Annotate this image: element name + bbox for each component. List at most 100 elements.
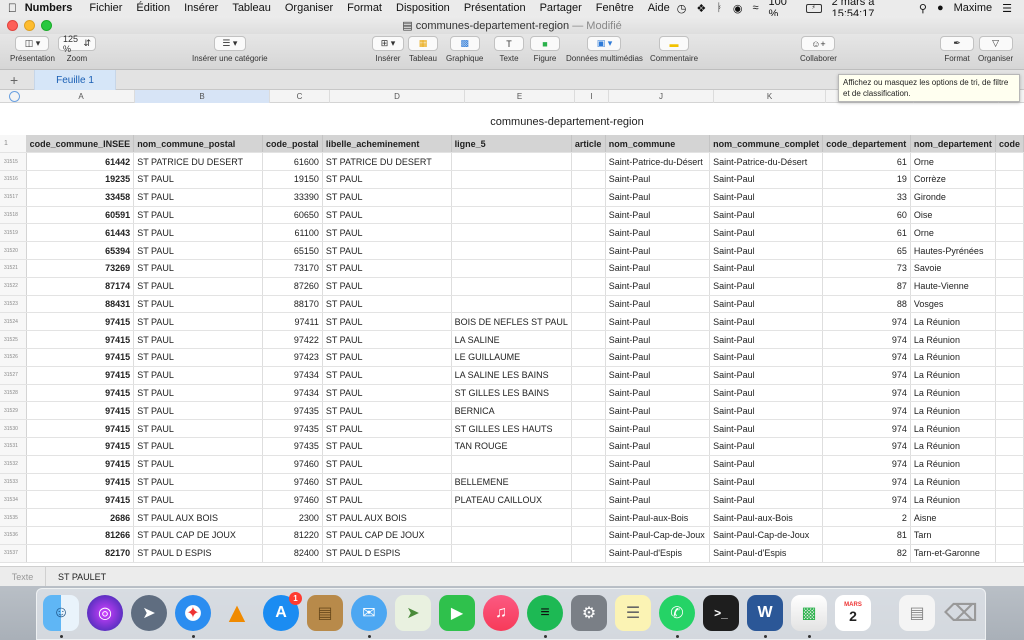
table-row[interactable]: 31531 97415 ST PAUL 97435 ST PAUL TAN ROUGE Sa…: [0, 437, 1024, 456]
cell-dep[interactable]: 974: [822, 348, 911, 367]
cell-dep[interactable]: 2: [822, 508, 911, 528]
cell-insee[interactable]: 81266: [26, 526, 135, 545]
cell-postal-name[interactable]: ST PAUL CAP DE JOUX: [133, 526, 263, 545]
table-row[interactable]: 31519 61443 ST PAUL 61100 ST PAUL Saint-Paul S…: [0, 223, 1024, 243]
cell-postal-name[interactable]: ST PAUL: [133, 348, 263, 367]
cell-article[interactable]: [571, 170, 606, 189]
cell-complet[interactable]: Saint-Paul: [709, 206, 824, 225]
cell-commune[interactable]: Saint-Paul-Cap-de-Joux: [605, 526, 711, 545]
cell-ligne5[interactable]: [451, 152, 572, 172]
cell-cp[interactable]: 97435: [262, 401, 323, 421]
cell-commune[interactable]: Saint-Paul-d'Espis: [605, 544, 711, 563]
spotify-icon[interactable]: ≡: [527, 595, 563, 631]
cell-lib[interactable]: ST PAUL AUX BOIS: [322, 508, 452, 528]
cell-overflow[interactable]: [995, 152, 1024, 172]
cell-dep-name[interactable]: La Réunion: [910, 330, 996, 350]
cell-ligne5[interactable]: [451, 295, 572, 314]
cell-dep-name[interactable]: La Réunion: [910, 455, 996, 474]
cell-postal-name[interactable]: ST PAUL: [133, 384, 263, 403]
chart-icon[interactable]: ▩: [449, 36, 480, 51]
table-row[interactable]: 31522 87174 ST PAUL 87260 ST PAUL Saint-Paul S…: [0, 277, 1024, 296]
finder-icon[interactable]: ☺: [43, 595, 79, 631]
menu-tableau[interactable]: Tableau: [232, 2, 271, 14]
cell-article[interactable]: [571, 419, 606, 439]
cell-dep-name[interactable]: La Réunion: [910, 419, 996, 439]
cell-article[interactable]: [571, 490, 606, 510]
downloads-stack-icon[interactable]: ▤: [899, 595, 935, 631]
row-number[interactable]: 31516: [0, 170, 27, 189]
category-list-icon[interactable]: ☰ ▾: [213, 36, 246, 51]
cell-ligne5[interactable]: PLATEAU CAILLOUX: [451, 490, 572, 510]
cell-postal-name[interactable]: ST PAUL: [133, 259, 263, 278]
cell-dep[interactable]: 33: [822, 188, 911, 207]
row-number[interactable]: 31526: [0, 348, 27, 367]
table-title[interactable]: communes-departement-region: [0, 116, 1024, 128]
system-preferences-icon[interactable]: ⚙: [571, 595, 607, 631]
cell-commune[interactable]: Saint-Paul: [605, 455, 711, 474]
cell-postal-name[interactable]: ST PAUL: [133, 490, 263, 510]
cell-complet[interactable]: Saint-Paul: [709, 188, 824, 207]
table-row[interactable]: 31516 19235 ST PAUL 19150 ST PAUL Saint-Paul S…: [0, 170, 1024, 189]
cell-dep[interactable]: 61: [822, 152, 911, 172]
table-row[interactable]: 31524 97415 ST PAUL 97411 ST PAUL BOIS DE NEF…: [0, 312, 1024, 332]
table-row[interactable]: 31518 60591 ST PAUL 60650 ST PAUL Saint-Paul S…: [0, 206, 1024, 225]
cell-postal-name[interactable]: ST PAUL: [133, 206, 263, 225]
facetime-icon[interactable]: ▶: [439, 595, 475, 631]
cell-article[interactable]: [571, 312, 606, 332]
cell-insee[interactable]: 61443: [26, 223, 135, 243]
cell-ligne5[interactable]: [451, 241, 572, 261]
cell-insee[interactable]: 97415: [26, 348, 135, 367]
row-number[interactable]: 31527: [0, 366, 27, 385]
cell-commune[interactable]: Saint-Paul: [605, 490, 711, 510]
add-sheet-icon[interactable]: +: [10, 72, 18, 88]
cell-ligne5[interactable]: [451, 223, 572, 243]
cell-commune[interactable]: Saint-Paul: [605, 473, 711, 492]
cell-insee[interactable]: 97415: [26, 384, 135, 403]
cell-insee[interactable]: 61442: [26, 152, 135, 172]
trash-icon[interactable]: ⌫: [943, 595, 979, 631]
cell-overflow[interactable]: [995, 473, 1024, 492]
notification-center-icon[interactable]: ☰: [1002, 2, 1012, 15]
cell-commune[interactable]: Saint-Paul: [605, 170, 711, 189]
row-number[interactable]: 31521: [0, 259, 27, 278]
cell-overflow[interactable]: [995, 544, 1024, 563]
cell-cp[interactable]: 97460: [262, 473, 323, 492]
cell-postal-name[interactable]: ST PAUL AUX BOIS: [133, 508, 263, 528]
cell-postal-name[interactable]: ST PAUL: [133, 473, 263, 492]
cell-lib[interactable]: ST PAUL: [322, 330, 452, 350]
word-icon[interactable]: W: [747, 595, 783, 631]
organize-filter-icon[interactable]: ▽: [978, 36, 1013, 51]
cell-postal-name[interactable]: ST PAUL: [133, 419, 263, 439]
cell-ligne5[interactable]: [451, 206, 572, 225]
cell-article[interactable]: [571, 366, 606, 385]
zoom-select[interactable]: 125 % ⇵: [58, 34, 96, 54]
table-row[interactable]: 31523 88431 ST PAUL 88170 ST PAUL Saint-Paul S…: [0, 295, 1024, 314]
vlc-icon[interactable]: ▲: [219, 595, 255, 631]
sheet-canvas[interactable]: A B C D E I J K L M communes-departement…: [0, 90, 1024, 566]
cell-commune[interactable]: Saint-Paul: [605, 188, 711, 207]
cell-dep-name[interactable]: Orne: [910, 223, 996, 243]
shape-tool[interactable]: ■ Figure: [530, 36, 560, 63]
cell-overflow[interactable]: [995, 526, 1024, 545]
cell-postal-name[interactable]: ST PAUL: [133, 312, 263, 332]
launchpad-icon[interactable]: ➤: [131, 595, 167, 631]
cell-complet[interactable]: Saint-Paul: [709, 384, 824, 403]
column-header-c[interactable]: C: [270, 90, 330, 103]
cell-cp[interactable]: 97434: [262, 366, 323, 385]
cell-dep-name[interactable]: La Réunion: [910, 473, 996, 492]
cell-article[interactable]: [571, 455, 606, 474]
format-brush-icon[interactable]: ✒: [940, 36, 974, 51]
row-number[interactable]: 31517: [0, 188, 27, 207]
cell-dep-name[interactable]: Haute-Vienne: [910, 277, 996, 296]
cell-article[interactable]: [571, 508, 606, 528]
row-number[interactable]: 31529: [0, 401, 27, 421]
table-row[interactable]: 31521 73269 ST PAUL 73170 ST PAUL Saint-Paul S…: [0, 259, 1024, 278]
cell-complet[interactable]: Saint-Paul-d'Espis: [709, 544, 824, 563]
menu-organiser[interactable]: Organiser: [285, 2, 333, 14]
cell-dep[interactable]: 88: [822, 295, 911, 314]
cell-overflow[interactable]: [995, 384, 1024, 403]
cell-ligne5[interactable]: [451, 170, 572, 189]
cell-postal-name[interactable]: ST PAUL: [133, 366, 263, 385]
cell-overflow[interactable]: [995, 259, 1024, 278]
cell-commune[interactable]: Saint-Paul-aux-Bois: [605, 508, 711, 528]
